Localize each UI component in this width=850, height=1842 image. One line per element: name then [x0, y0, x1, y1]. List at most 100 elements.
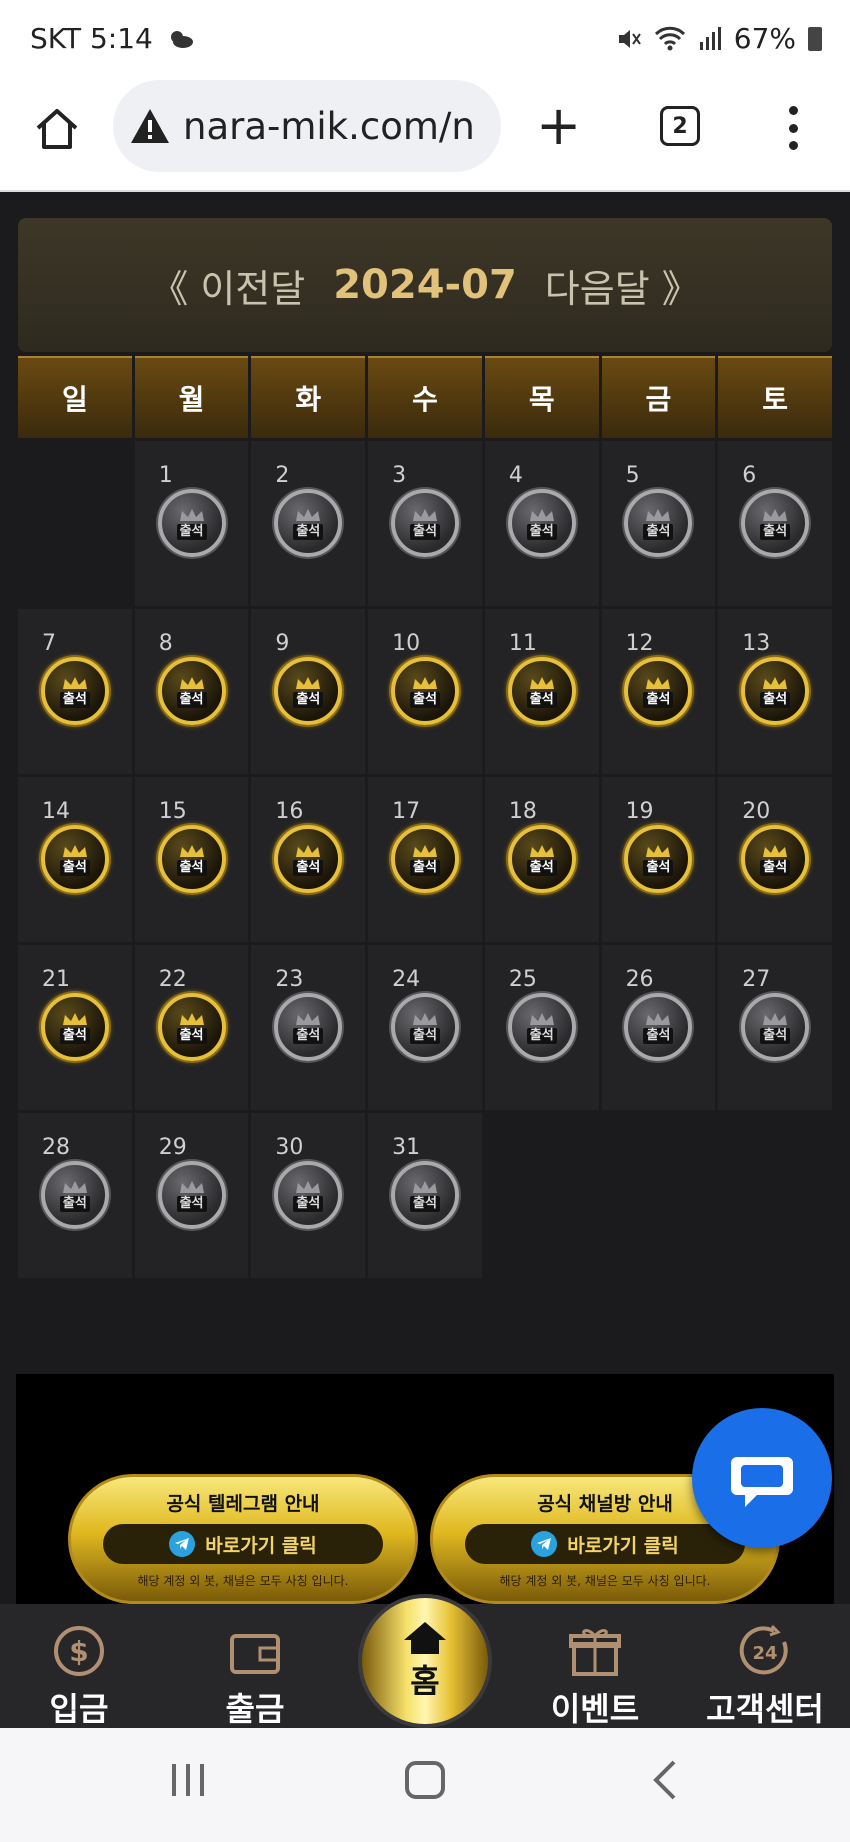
- url-text: nara-mik.com/n: [183, 104, 475, 148]
- nav-event[interactable]: 이벤트: [520, 1618, 670, 1730]
- battery-percent: 67%: [733, 22, 796, 55]
- day-cell[interactable]: 12 출석: [601, 609, 716, 774]
- day-cell[interactable]: 23 출석: [251, 945, 366, 1110]
- live-chat-button[interactable]: [692, 1408, 832, 1548]
- telegram-promo[interactable]: 공식 텔레그램 안내 바로가기 클릭 해당 계정 외 봇, 채널은 모두 사칭 …: [68, 1474, 418, 1604]
- crown-icon: [179, 676, 204, 689]
- nav-home[interactable]: 홈: [358, 1594, 492, 1728]
- attendance-badge-gold: 출석: [157, 825, 226, 893]
- day-cell[interactable]: 11 출석: [484, 609, 599, 774]
- empty-day-cell: [18, 441, 132, 606]
- badge-label: 출석: [410, 691, 440, 708]
- badge-label: 출석: [526, 1027, 557, 1044]
- day-cell[interactable]: 20 출석: [718, 777, 832, 942]
- day-number: 5: [625, 463, 640, 488]
- address-bar[interactable]: nara-mik.com/n: [113, 80, 501, 172]
- battery-icon: [808, 26, 822, 51]
- day-cell[interactable]: 16 출석: [251, 777, 366, 942]
- badge-label: 출석: [760, 859, 791, 876]
- day-cell[interactable]: 7 출석: [18, 609, 132, 774]
- more-menu-icon[interactable]: [788, 106, 798, 150]
- day-cell[interactable]: 6 출석: [718, 441, 832, 606]
- day-cell[interactable]: 27 출석: [718, 945, 832, 1110]
- day-cell[interactable]: 1 출석: [134, 441, 249, 606]
- day-cell[interactable]: 31 출석: [368, 1113, 482, 1278]
- current-month: 2024-07: [333, 262, 517, 308]
- crown-icon: [646, 844, 671, 857]
- day-number: 14: [42, 799, 70, 824]
- day-cell[interactable]: 18 출석: [484, 777, 599, 942]
- channel-link-button[interactable]: 바로가기 클릭: [465, 1524, 745, 1564]
- day-cell[interactable]: 19 출석: [601, 777, 716, 942]
- chat-bubble-icon: [731, 1457, 793, 1507]
- telegram-link-button[interactable]: 바로가기 클릭: [103, 1524, 383, 1564]
- nav-deposit[interactable]: $ 입금: [4, 1618, 154, 1730]
- badge-label: 출석: [59, 1027, 90, 1044]
- day-cell[interactable]: 2 출석: [251, 441, 366, 606]
- home-button-icon[interactable]: [404, 1758, 446, 1802]
- home-icon[interactable]: [32, 104, 82, 154]
- day-cell[interactable]: 26 출석: [601, 945, 716, 1110]
- day-cell[interactable]: 28 출석: [18, 1113, 132, 1278]
- day-number: 20: [742, 799, 771, 824]
- day-cell[interactable]: 30 출석: [251, 1113, 366, 1278]
- tab-switcher-button[interactable]: 2: [660, 106, 700, 146]
- day-number: 7: [42, 631, 56, 656]
- day-cell[interactable]: 15 출석: [134, 777, 249, 942]
- day-cell[interactable]: 24 출석: [368, 945, 482, 1110]
- day-cell[interactable]: 8 출석: [134, 609, 249, 774]
- day-cell[interactable]: 3 출석: [368, 441, 482, 606]
- attendance-badge-silver: 출석: [741, 993, 810, 1061]
- day-number: 1: [158, 463, 173, 488]
- day-cell[interactable]: 22 출석: [134, 945, 249, 1110]
- wallet-icon: [230, 1634, 280, 1674]
- svg-text:$: $: [69, 1635, 88, 1668]
- day-number: 22: [158, 967, 187, 992]
- badge-label: 출석: [176, 859, 207, 876]
- warning-icon: [131, 109, 169, 143]
- next-month-button[interactable]: 다음달 》: [545, 258, 700, 313]
- day-number: 16: [275, 799, 304, 824]
- crown-icon: [412, 508, 437, 521]
- nav-label: 고객센터: [706, 1690, 824, 1728]
- crown-icon: [412, 676, 437, 689]
- nav-support[interactable]: 24 고객센터: [690, 1618, 840, 1730]
- prev-month-button[interactable]: 《 이전달: [150, 258, 305, 313]
- new-tab-button[interactable]: +: [536, 99, 581, 153]
- attendance-badge-gold: 출석: [741, 657, 810, 725]
- day-cell[interactable]: 29 출석: [134, 1113, 249, 1278]
- attendance-badge-gold: 출석: [40, 657, 109, 725]
- day-cell[interactable]: 10 출석: [368, 609, 482, 774]
- crown-icon: [296, 844, 321, 857]
- day-cell[interactable]: 9 출석: [251, 609, 366, 774]
- day-cell[interactable]: 5 출석: [601, 441, 716, 606]
- signal-icon: [699, 26, 721, 50]
- badge-label: 출석: [176, 523, 207, 540]
- crown-icon: [62, 844, 87, 857]
- day-cell[interactable]: 17 출석: [368, 777, 482, 942]
- weekday-sun: 일: [18, 356, 132, 438]
- day-number: 2: [275, 463, 290, 488]
- day-number: 29: [158, 1135, 187, 1160]
- day-cell[interactable]: 25 출석: [484, 945, 599, 1110]
- day-cell[interactable]: 14 출석: [18, 777, 132, 942]
- badge-label: 출석: [293, 1027, 324, 1044]
- day-number: 31: [392, 1135, 421, 1160]
- promo-note: 해당 계정 외 봇, 채널은 모두 사칭 입니다.: [499, 1574, 711, 1588]
- recent-apps-icon[interactable]: [168, 1758, 208, 1802]
- nav-withdraw[interactable]: 출금: [180, 1618, 330, 1730]
- attendance-badge-silver: 출석: [274, 1161, 343, 1229]
- badge-label: 출석: [760, 691, 791, 708]
- day-number: 21: [42, 967, 70, 992]
- day-cell[interactable]: 4 출석: [484, 441, 599, 606]
- day-cell[interactable]: 13 출석: [718, 609, 832, 774]
- weekday-wed: 수: [368, 356, 482, 438]
- attendance-badge-silver: 출석: [157, 1161, 226, 1229]
- badge-label: 출석: [643, 1027, 674, 1044]
- day-cell[interactable]: 21 출석: [18, 945, 132, 1110]
- back-icon[interactable]: [650, 1758, 680, 1802]
- attendance-badge-silver: 출석: [624, 993, 693, 1061]
- nav-label: 출금: [225, 1690, 285, 1728]
- day-number: 17: [392, 799, 421, 824]
- attendance-badge-silver: 출석: [390, 993, 459, 1061]
